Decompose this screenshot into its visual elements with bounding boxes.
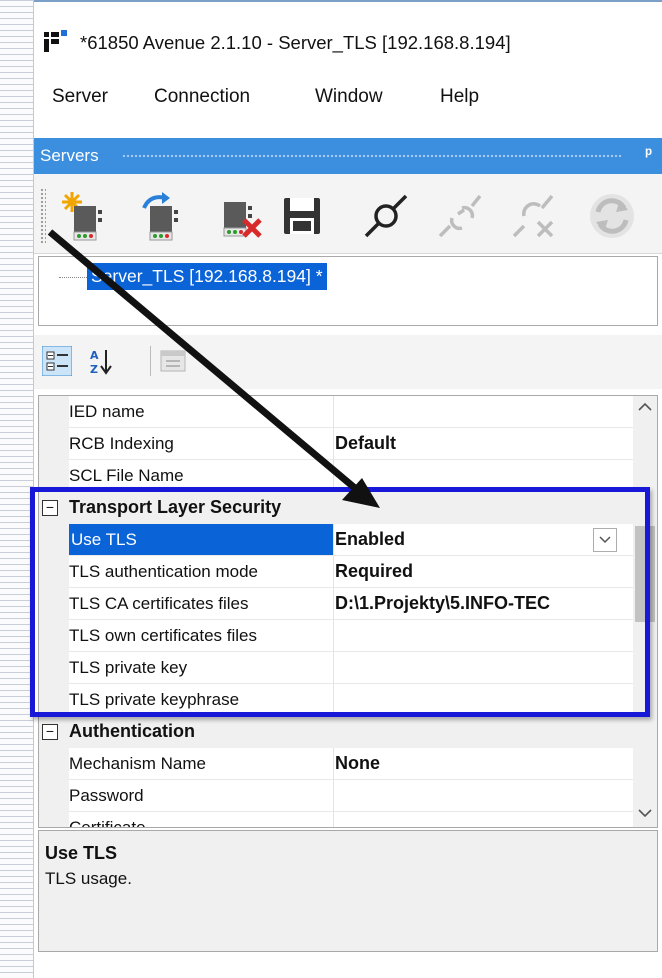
server-tree[interactable]: Server_TLS [192.168.8.194] * [38, 256, 658, 326]
vertical-scrollbar[interactable] [633, 396, 657, 827]
pin-icon[interactable]: ᵖ [645, 144, 652, 164]
prop-value: D:\1.Projekty\5.INFO-TEC [335, 593, 551, 613]
prop-value: Default [335, 433, 397, 453]
menu-connection[interactable]: Connection [154, 86, 250, 108]
connect-server-icon[interactable] [136, 190, 188, 242]
prop-value: None [335, 753, 380, 773]
sort-alphabetical-icon[interactable]: A Z [86, 346, 116, 376]
prop-name: TLS authentication mode [69, 562, 259, 581]
description-text: TLS usage. [45, 869, 132, 888]
chevron-down-icon [599, 536, 611, 544]
prop-name: TLS CA certificates files [69, 594, 249, 613]
disconnect-icon[interactable] [434, 190, 486, 242]
property-pages-icon[interactable] [158, 346, 188, 376]
category-transport-layer-security[interactable]: − Transport Layer Security [39, 492, 633, 524]
prop-name: Use TLS [69, 524, 333, 556]
column-separator [333, 428, 334, 460]
prop-name: TLS own certificates files [69, 626, 258, 645]
connect-icon[interactable] [360, 190, 412, 242]
prop-name: IED name [69, 402, 145, 421]
title-bar: *61850 Avenue 2.1.10 - Server_TLS [192.1… [34, 0, 662, 80]
prop-row-scl-file-name[interactable]: SCL File Name [39, 460, 633, 492]
prop-name: TLS private keyphrase [69, 690, 240, 709]
app-window: *61850 Avenue 2.1.10 - Server_TLS [192.1… [34, 0, 662, 978]
svg-text:Z: Z [90, 363, 98, 376]
prop-value: Required [335, 561, 414, 581]
column-separator [333, 780, 334, 812]
prop-value[interactable]: Enabled [335, 529, 405, 550]
property-grid-toolbar [34, 335, 662, 389]
prop-row-certificate[interactable]: Certificate [39, 812, 633, 828]
prop-row-ied-name[interactable]: IED name [39, 396, 633, 428]
toolbar-separator [150, 346, 151, 376]
left-gutter [0, 0, 34, 978]
column-separator [333, 396, 334, 428]
servers-toolbar [34, 174, 662, 254]
prop-name: SCL File Name [69, 466, 184, 485]
header-grip [122, 154, 622, 159]
prop-row-tls-private-key[interactable]: TLS private key [39, 652, 633, 684]
prop-name: TLS private key [69, 658, 188, 677]
column-separator [333, 524, 334, 556]
prop-row-password[interactable]: Password [39, 780, 633, 812]
column-separator [333, 556, 334, 588]
prop-row-use-tls[interactable]: Use TLS Enabled [39, 524, 633, 556]
prop-name: RCB Indexing [69, 434, 174, 453]
prop-row-tls-private-keyphrase[interactable]: TLS private keyphrase [39, 684, 633, 716]
refresh-icon[interactable] [586, 190, 638, 242]
save-icon[interactable] [276, 190, 328, 242]
collapse-icon[interactable]: − [42, 724, 58, 740]
column-separator [333, 620, 334, 652]
disconnect-all-icon[interactable] [508, 190, 560, 242]
scroll-down-icon[interactable] [638, 808, 652, 818]
servers-panel-header: Servers ᵖ [34, 138, 662, 174]
column-separator [333, 652, 334, 684]
column-separator [333, 748, 334, 780]
toolbar-grip[interactable] [40, 188, 46, 244]
prop-row-tls-own-certs[interactable]: TLS own certificates files [39, 620, 633, 652]
tree-node-server[interactable]: Server_TLS [192.168.8.194] * [87, 263, 327, 290]
svg-text:A: A [90, 349, 99, 362]
prop-name: Certificate [69, 818, 146, 828]
menu-server[interactable]: Server [52, 86, 108, 108]
menu-window[interactable]: Window [315, 86, 383, 108]
category-authentication[interactable]: − Authentication [39, 716, 633, 748]
prop-row-mechanism-name[interactable]: Mechanism Name None [39, 748, 633, 780]
servers-panel-title: Servers [40, 146, 99, 165]
column-separator [333, 588, 334, 620]
menu-help[interactable]: Help [440, 86, 479, 108]
dropdown-button[interactable] [593, 528, 617, 552]
app-icon [44, 30, 67, 52]
column-separator [333, 812, 334, 827]
category-title: Transport Layer Security [69, 497, 282, 517]
prop-row-rcb-indexing[interactable]: RCB Indexing Default [39, 428, 633, 460]
window-title: *61850 Avenue 2.1.10 - Server_TLS [192.1… [80, 32, 511, 53]
prop-name: Mechanism Name [69, 754, 206, 773]
scroll-up-icon[interactable] [638, 402, 652, 412]
delete-server-icon[interactable] [214, 190, 266, 242]
tree-line [59, 277, 87, 278]
scrollbar-thumb[interactable] [635, 526, 655, 622]
new-server-icon[interactable] [60, 190, 112, 242]
description-title: Use TLS [45, 843, 118, 863]
categorized-view-icon[interactable] [42, 346, 72, 376]
prop-name: Password [69, 786, 144, 805]
property-grid: IED name RCB Indexing Default SCL File N… [38, 395, 658, 828]
prop-row-tls-ca-files[interactable]: TLS CA certificates files D:\1.Projekty\… [39, 588, 633, 620]
column-separator [333, 684, 334, 716]
column-separator [333, 460, 334, 492]
description-pane: Use TLS TLS usage. [38, 830, 658, 952]
collapse-icon[interactable]: − [42, 500, 58, 516]
prop-row-tls-auth-mode[interactable]: TLS authentication mode Required [39, 556, 633, 588]
category-title: Authentication [69, 721, 195, 741]
